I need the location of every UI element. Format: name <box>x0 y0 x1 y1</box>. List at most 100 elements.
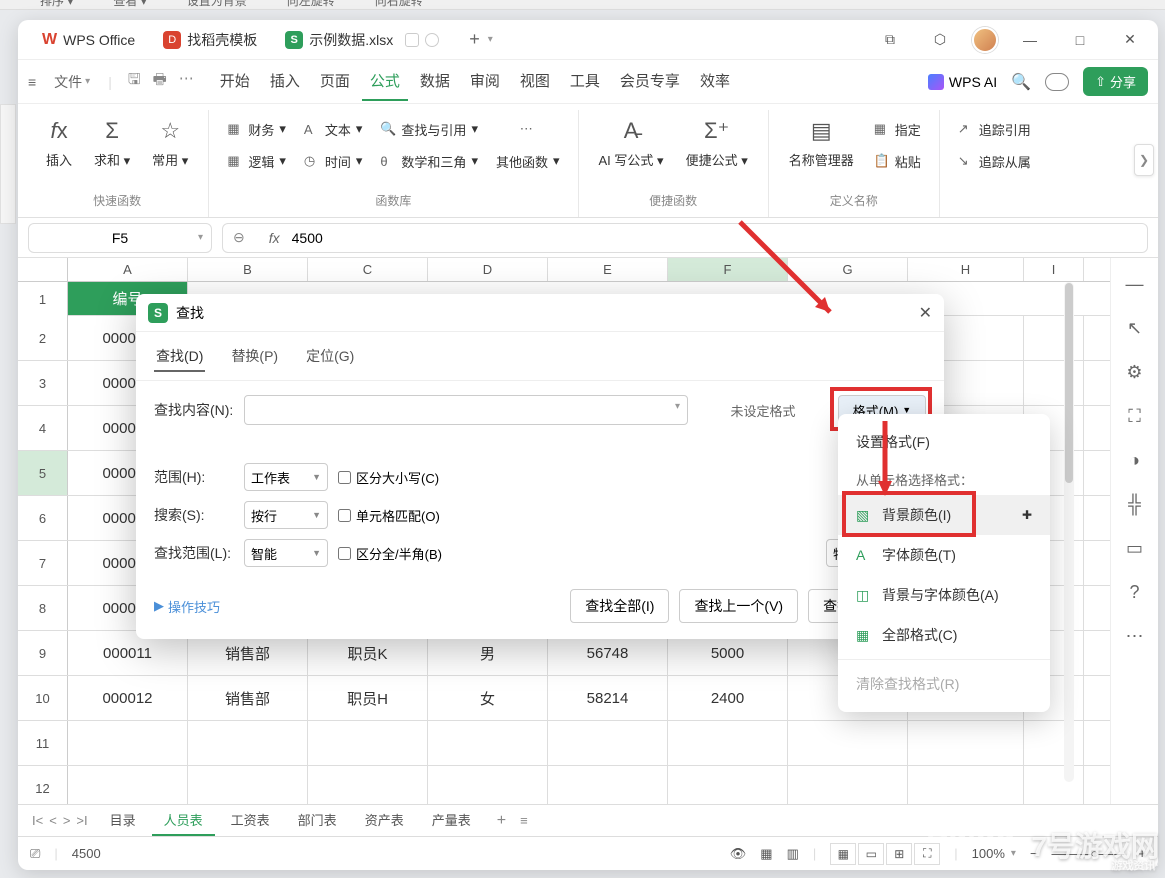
cell[interactable] <box>668 766 788 804</box>
text-button[interactable]: A文本 ▾ <box>300 114 367 144</box>
cell[interactable] <box>1024 721 1084 765</box>
dd-set-format[interactable]: 设置格式(F) <box>838 422 1050 462</box>
cell[interactable] <box>908 766 1024 804</box>
share-button[interactable]: ⇧ 分享 <box>1083 67 1148 96</box>
common-button[interactable]: ☆常用 ▾ <box>146 114 194 173</box>
new-tab-button[interactable]: + <box>463 29 486 50</box>
hamburger-icon[interactable]: ≡ <box>28 74 36 90</box>
ribbon-scroll-right[interactable]: ❯ <box>1134 144 1154 176</box>
trace-dep-button[interactable]: ↘追踪从属 <box>954 146 1035 176</box>
wps-ai-button[interactable]: WPS AI <box>928 74 997 90</box>
name-manager-button[interactable]: ▤名称管理器 <box>783 114 860 176</box>
finance-button[interactable]: ▦财务 ▾ <box>223 114 290 144</box>
dialog-close-button[interactable]: ✕ <box>919 303 932 323</box>
cell[interactable]: 职员H <box>308 676 428 720</box>
col-header-H[interactable]: H <box>908 258 1024 281</box>
tab-page[interactable]: 页面 <box>312 62 358 101</box>
tab-data[interactable]: 数据 <box>412 62 458 101</box>
cell[interactable]: 2400 <box>668 676 788 720</box>
input-dropdown-icon[interactable]: ▾ <box>675 401 680 412</box>
dd-font-color[interactable]: A字体颜色(T) <box>838 535 1050 575</box>
col-header-C[interactable]: C <box>308 258 428 281</box>
tab-efficiency[interactable]: 效率 <box>692 62 738 101</box>
col-header-G[interactable]: G <box>788 258 908 281</box>
col-header-D[interactable]: D <box>428 258 548 281</box>
tab-formula[interactable]: 公式 <box>362 62 408 101</box>
row-header[interactable]: 4 <box>18 406 68 450</box>
app-tab-wps[interactable]: WWPS Office <box>28 24 149 56</box>
fx-icon[interactable]: fx <box>269 230 280 246</box>
side-help-icon[interactable]: ? <box>1123 580 1147 604</box>
tab-review[interactable]: 审阅 <box>462 62 508 101</box>
app-tab-file[interactable]: S示例数据.xlsx <box>271 24 453 56</box>
tab-dropdown-icon[interactable]: ▾ <box>488 34 493 45</box>
cell[interactable]: 000012 <box>68 676 188 720</box>
find-input[interactable] <box>244 395 688 425</box>
find-prev-button[interactable]: 查找上一个(V) <box>679 589 798 623</box>
row-header[interactable]: 10 <box>18 676 68 720</box>
sheet-tab[interactable]: 资产表 <box>353 805 416 836</box>
formula-input[interactable]: ⊖ fx 4500 <box>222 223 1148 253</box>
print-icon[interactable]: 🖶 <box>153 69 167 94</box>
dd-both-color[interactable]: ◫背景与字体颜色(A) <box>838 575 1050 615</box>
sheet-tab[interactable]: 人员表 <box>152 805 215 836</box>
scope-select[interactable]: 工作表▼ <box>244 463 328 491</box>
cell[interactable] <box>548 766 668 804</box>
cell[interactable] <box>188 766 308 804</box>
trace-ref-button[interactable]: ↗追踪引用 <box>954 114 1035 144</box>
easy-formula-button[interactable]: Σ⁺便捷公式 ▾ <box>680 114 754 173</box>
ai-formula-button[interactable]: A̵AI 写公式 ▾ <box>593 114 670 173</box>
row-header[interactable]: 9 <box>18 631 68 675</box>
row-header[interactable]: 5 <box>18 451 68 495</box>
cell[interactable] <box>428 721 548 765</box>
cell[interactable] <box>308 766 428 804</box>
vertical-scrollbar[interactable] <box>1064 282 1074 782</box>
tab-member[interactable]: 会员专享 <box>612 62 688 101</box>
avatar[interactable] <box>972 27 998 53</box>
lookin-select[interactable]: 智能▼ <box>244 539 328 567</box>
zoom-out-icon[interactable]: ⊖ <box>233 229 245 246</box>
view-read[interactable]: ⛶ <box>914 843 940 865</box>
sheet-list-icon[interactable]: ≡ <box>520 813 528 828</box>
cell[interactable] <box>548 721 668 765</box>
row-header[interactable]: 6 <box>18 496 68 540</box>
side-cursor-icon[interactable]: ↖ <box>1123 316 1147 340</box>
row-header[interactable]: 12 <box>18 766 68 804</box>
cell[interactable] <box>668 721 788 765</box>
grid-icon2[interactable]: ▥ <box>787 846 799 862</box>
more-fn-icon[interactable]: ⋯ <box>516 114 540 144</box>
cell[interactable] <box>1024 361 1084 405</box>
insert-fn-button[interactable]: fx插入 <box>40 114 78 173</box>
view-normal[interactable]: ▦ <box>830 843 856 865</box>
sheet-next-icon[interactable]: > <box>63 813 71 828</box>
app-tab-daoqiao[interactable]: D找稻壳模板 <box>149 24 271 56</box>
row-header[interactable]: 2 <box>18 316 68 360</box>
row-header[interactable]: 7 <box>18 541 68 585</box>
sheet-tab[interactable]: 目录 <box>98 805 148 836</box>
cell[interactable]: 女 <box>428 676 548 720</box>
sheet-last-icon[interactable]: >I <box>76 813 87 828</box>
cube-icon[interactable]: ⬡ <box>922 25 958 55</box>
search-select[interactable]: 按行▼ <box>244 501 328 529</box>
side-book-icon[interactable]: ▭ <box>1123 536 1147 560</box>
dd-bg-color[interactable]: ▧背景颜色(I)✚ <box>838 495 1050 535</box>
math-button[interactable]: θ数学和三角 ▾ <box>376 146 482 176</box>
zoom-control[interactable]: 100%▾ <box>972 846 1016 861</box>
cell[interactable] <box>1024 316 1084 360</box>
row-header[interactable]: 11 <box>18 721 68 765</box>
other-fn-button[interactable]: 其他函数 ▾ <box>492 146 564 176</box>
view-page[interactable]: ▭ <box>858 843 884 865</box>
side-minus-icon[interactable]: — <box>1123 272 1147 296</box>
cell[interactable]: 销售部 <box>188 676 308 720</box>
cell[interactable] <box>308 721 428 765</box>
cloud-icon[interactable] <box>1045 73 1069 91</box>
cell[interactable] <box>428 766 548 804</box>
tips-link[interactable]: ▶操作技巧 <box>154 597 220 616</box>
eye-icon[interactable]: 👁 <box>730 846 747 862</box>
dd-all-format[interactable]: ▦全部格式(C) <box>838 615 1050 655</box>
assign-button[interactable]: ▦指定 <box>870 114 925 144</box>
cell[interactable] <box>68 721 188 765</box>
time-button[interactable]: ◷时间 ▾ <box>300 146 367 176</box>
lookup-button[interactable]: 🔍查找与引用 ▾ <box>376 114 482 144</box>
sum-button[interactable]: Σ求和 ▾ <box>88 114 136 173</box>
